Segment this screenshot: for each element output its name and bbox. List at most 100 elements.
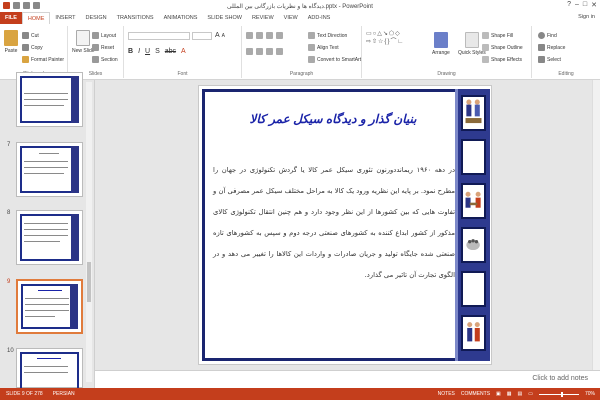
slide-canvas[interactable]: بنیان گذار و دیدگاه سیکل عمر کالا در دهه… <box>198 85 492 365</box>
slide-thumbnail-9[interactable] <box>16 279 83 334</box>
minimize-icon[interactable]: – <box>575 1 579 9</box>
sign-in-link[interactable]: Sign in <box>578 14 595 20</box>
slide-content-frame: بنیان گذار و دیدگاه سیکل عمر کالا در دهه… <box>202 89 458 361</box>
smartart-icon <box>308 56 315 63</box>
editing-group: Find Replace Select Editing <box>532 26 600 78</box>
underline-button[interactable]: U <box>145 48 150 55</box>
status-bar: SLIDE 9 OF 278 PERSIAN NOTES COMMENTS ▣ … <box>0 388 600 400</box>
tab-home[interactable]: HOME <box>21 12 51 24</box>
paste-button[interactable]: Paste <box>4 30 18 54</box>
font-name-field[interactable] <box>128 32 190 40</box>
replace-icon <box>538 44 545 51</box>
notes-pane[interactable]: Click to add notes <box>95 370 600 388</box>
quick-styles-icon <box>464 32 479 48</box>
tab-review[interactable]: REVIEW <box>247 12 279 24</box>
shapes-gallery[interactable]: ▭○△↘⬠◇ ⇨⇧☆{}⌒∟ <box>366 30 422 46</box>
arrange-icon <box>433 32 448 48</box>
tab-add-ins[interactable]: ADD-INS <box>303 12 336 24</box>
italic-button[interactable]: I <box>138 48 140 55</box>
comments-toggle[interactable]: COMMENTS <box>461 391 490 397</box>
maximize-icon[interactable]: □ <box>583 1 587 9</box>
redo-icon[interactable] <box>33 2 40 9</box>
slide-number-9: 9 <box>7 279 11 285</box>
copy-button[interactable]: Copy <box>22 44 43 51</box>
align-right-icon[interactable] <box>266 48 273 55</box>
main-scrollbar[interactable] <box>592 80 600 370</box>
format-painter-button[interactable]: Format Painter <box>22 56 64 63</box>
justify-icon[interactable] <box>276 48 283 55</box>
close-icon[interactable]: ✕ <box>591 1 597 9</box>
align-center-icon[interactable] <box>256 48 263 55</box>
tab-file[interactable]: FILE <box>0 12 22 24</box>
shape-outline-button[interactable]: Shape Outline <box>482 44 523 51</box>
bullets-icon[interactable] <box>246 32 253 39</box>
cut-button[interactable]: Cut <box>22 32 39 39</box>
strikethrough-button[interactable]: abc <box>165 48 176 55</box>
slide-body-text[interactable]: در دهه ۱۹۶۰ ریمانددورنون تئوری سیکل عمر … <box>213 160 455 286</box>
notes-toggle[interactable]: NOTES <box>438 391 455 397</box>
convert-smartart-button[interactable]: Convert to SmartArt <box>308 56 361 63</box>
find-button[interactable]: Find <box>538 32 557 39</box>
slides-group: New Slide Layout Reset Section Slides <box>68 26 124 78</box>
decrease-indent-icon[interactable] <box>266 32 273 39</box>
font-color-button[interactable]: A <box>181 48 186 55</box>
reset-button[interactable]: Reset <box>92 44 114 51</box>
normal-view-icon[interactable]: ▣ <box>496 391 501 397</box>
slide-sorter-icon[interactable]: ▦ <box>507 391 512 397</box>
layout-button[interactable]: Layout <box>92 32 116 39</box>
align-text-button[interactable]: Align Text <box>308 44 339 51</box>
replace-button[interactable]: Replace <box>538 44 565 51</box>
window-title: دیدگاه ها و نظریات بازرگانی بین المللی.p… <box>227 3 373 10</box>
increase-indent-icon[interactable] <box>276 32 283 39</box>
tab-slide-show[interactable]: SLIDE SHOW <box>202 12 247 24</box>
zoom-level[interactable]: 70% <box>585 391 595 397</box>
list-buttons <box>246 32 283 39</box>
slide-thumbnail-7[interactable] <box>16 142 83 197</box>
notes-placeholder: Click to add notes <box>532 375 588 382</box>
font-group: AA B I U S abc A Font <box>124 26 242 78</box>
align-left-icon[interactable] <box>246 48 253 55</box>
grow-font-button[interactable]: AA <box>215 32 225 39</box>
slide-thumbnail-8[interactable] <box>16 210 83 265</box>
tab-animations[interactable]: ANIMATIONS <box>159 12 203 24</box>
brush-icon <box>22 56 29 63</box>
align-text-icon <box>308 44 315 51</box>
slideshow-icon[interactable]: ▭ <box>528 391 533 397</box>
arrange-button[interactable]: Arrange <box>432 32 450 56</box>
language-indicator[interactable]: PERSIAN <box>53 391 75 397</box>
scissors-icon <box>22 32 29 39</box>
window-controls: ? – □ ✕ <box>567 1 597 9</box>
select-button[interactable]: Select <box>538 56 561 63</box>
tab-insert[interactable]: INSERT <box>50 12 80 24</box>
blank-frame-image-2 <box>461 271 486 307</box>
help-icon[interactable]: ? <box>567 1 571 9</box>
hand-with-coins-image <box>461 227 486 263</box>
text-direction-button[interactable]: Text Direction <box>308 32 347 39</box>
find-icon <box>538 32 545 39</box>
bold-button[interactable]: B <box>128 48 133 55</box>
tab-view[interactable]: VIEW <box>279 12 303 24</box>
save-icon[interactable] <box>13 2 20 9</box>
reading-view-icon[interactable]: ▤ <box>518 391 523 397</box>
font-size-field[interactable] <box>192 32 212 40</box>
shadow-button[interactable]: S <box>155 48 160 55</box>
slide-thumbnail-6[interactable] <box>16 72 83 127</box>
zoom-slider[interactable] <box>538 391 579 397</box>
quick-access-toolbar <box>3 2 40 9</box>
shape-effects-button[interactable]: Shape Effects <box>482 56 522 63</box>
slide-thumbnail-10[interactable] <box>16 348 83 390</box>
text-direction-icon <box>308 32 315 39</box>
section-button[interactable]: Section <box>92 56 118 63</box>
section-icon <box>92 56 99 63</box>
font-format-row: B I U S abc A <box>128 48 186 55</box>
numbering-icon[interactable] <box>256 32 263 39</box>
tab-transitions[interactable]: TRANSITIONS <box>112 12 159 24</box>
tab-design[interactable]: DESIGN <box>81 12 112 24</box>
select-icon <box>538 56 545 63</box>
thumbnail-scrollbar[interactable] <box>86 82 92 382</box>
shape-fill-button[interactable]: Shape Fill <box>482 32 513 39</box>
new-slide-icon <box>76 30 91 46</box>
slide-title[interactable]: بنیان گذار و دیدگاه سیکل عمر کالا <box>215 112 451 126</box>
undo-icon[interactable] <box>23 2 30 9</box>
meeting-people-image <box>461 183 486 219</box>
